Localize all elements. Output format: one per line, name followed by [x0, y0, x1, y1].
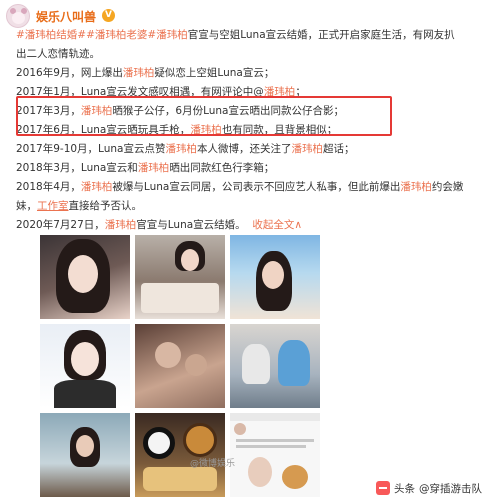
timeline-item: 2016年9月，网上爆出潘玮柏疑似恋上空姐Luna宣云； [16, 67, 275, 79]
account-name[interactable]: 娱乐八叫兽 [36, 8, 96, 25]
name-highlight[interactable]: 潘玮柏 [291, 143, 323, 155]
source-attribution: 头条 @穿插游击队 [376, 478, 482, 498]
post-text: 出二人恋情轨迹。 [16, 48, 100, 60]
name-highlight[interactable]: 潘玮柏 [105, 219, 137, 231]
image-watermark: @微博娱乐 [190, 459, 236, 469]
chevron-up-icon: ∧ [294, 219, 303, 231]
photo-4[interactable] [40, 324, 130, 408]
hashtag-2[interactable]: #潘玮柏老婆# [86, 29, 156, 41]
timeline-item: 妹，工作室直接给予否认。 [16, 200, 142, 212]
name-highlight[interactable]: 潘玮柏 [400, 181, 432, 193]
photo-2[interactable] [135, 235, 225, 319]
name-highlight[interactable]: 潘玮柏 [156, 29, 188, 41]
name-highlight[interactable]: 潘玮柏 [165, 143, 197, 155]
post-line-2: 出二人恋情轨迹。 [16, 45, 496, 64]
timeline-item: 2017年9-10月，Luna宣云点赞潘玮柏本人微博，还关注了潘玮柏超话； [16, 143, 355, 155]
name-highlight[interactable]: 潘玮柏 [138, 162, 170, 174]
timeline-item: 2018年4月，潘玮柏被爆与Luna宣云同居，公司表示不回应艺人私事，但此前爆出… [16, 181, 464, 193]
post-text: 官宣与空姐Luna宣云结婚，正式开启家庭生活，有网友扒 [187, 29, 455, 41]
post-line-1: #潘玮柏结婚##潘玮柏老婆#潘玮柏官宣与空姐Luna宣云结婚，正式开启家庭生活，… [16, 26, 496, 45]
photo-3[interactable] [230, 235, 320, 319]
name-highlight[interactable]: 潘玮柏 [81, 181, 113, 193]
photo-1[interactable] [40, 235, 130, 319]
name-highlight[interactable]: 潘玮柏 [123, 67, 155, 79]
image-grid [40, 235, 322, 497]
toutiao-logo-icon [376, 481, 390, 495]
timeline-item: 2020年7月27日，潘玮柏官宣与Luna宣云结婚。 收起全文∧ [16, 219, 303, 231]
avatar[interactable] [6, 4, 30, 28]
verified-badge-icon: V [102, 9, 115, 22]
photo-9[interactable] [230, 413, 320, 497]
photo-7[interactable] [40, 413, 130, 497]
studio-link[interactable]: 工作室 [37, 200, 69, 212]
collapse-button[interactable]: 收起全文∧ [249, 219, 302, 231]
platform-name: 头条 [394, 482, 415, 495]
photo-6[interactable] [230, 324, 320, 408]
timeline-item: 2018年3月，Luna宣云和潘玮柏晒出同款红色行李箱； [16, 162, 275, 174]
photo-5[interactable] [135, 324, 225, 408]
highlight-annotation-box [16, 96, 392, 136]
source-handle[interactable]: @穿插游击队 [419, 481, 482, 496]
hashtag-1[interactable]: #潘玮柏结婚# [16, 29, 86, 41]
photo-8[interactable] [135, 413, 225, 497]
